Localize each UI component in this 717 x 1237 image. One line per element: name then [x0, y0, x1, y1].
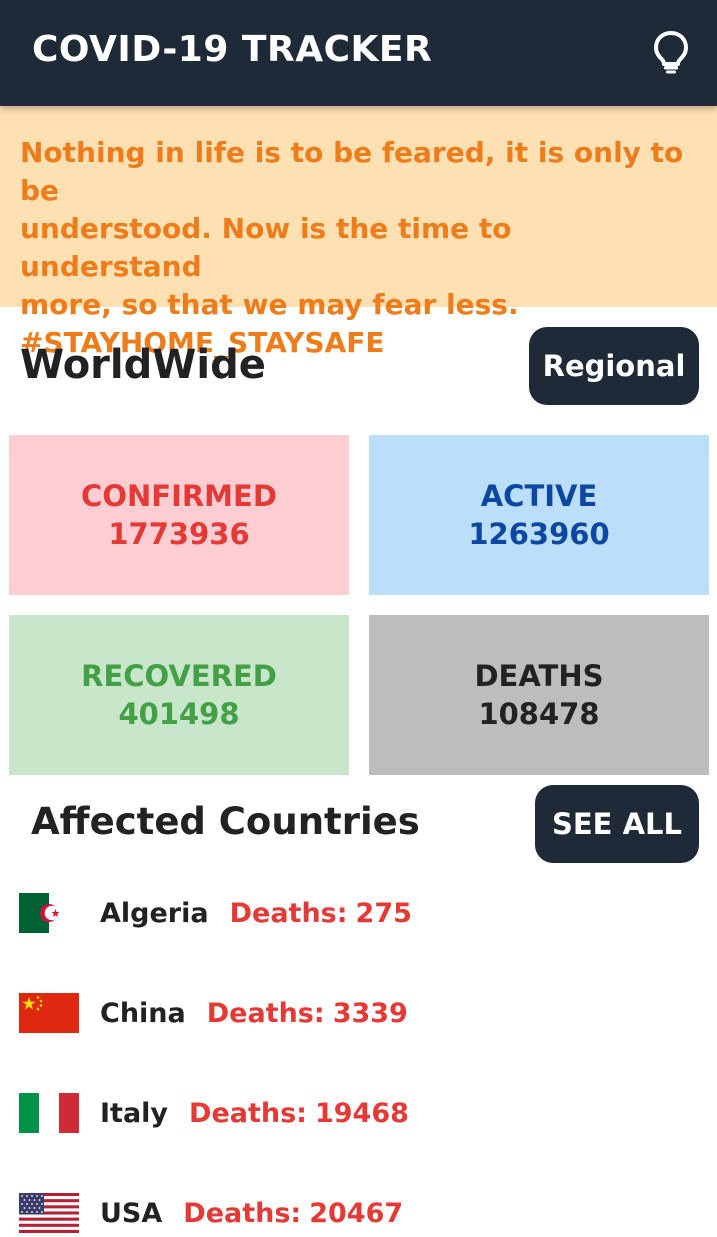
worldwide-title: WorldWide: [20, 342, 266, 388]
confirmed-label: CONFIRMED: [81, 479, 277, 513]
recovered-value: 401498: [118, 697, 240, 731]
country-deaths: Deaths: 3339: [207, 998, 408, 1029]
country-name: Algeria: [100, 897, 209, 929]
active-card: ACTIVE 1263960: [369, 435, 709, 595]
lightbulb-icon[interactable]: [652, 30, 690, 74]
confirmed-value: 1773936: [108, 517, 250, 551]
active-value: 1263960: [468, 517, 610, 551]
deaths-card: DEATHS 108478: [369, 615, 709, 775]
deaths-label-text: Deaths:: [229, 897, 348, 929]
app-title: COVID-19 TRACKER: [32, 29, 433, 70]
deaths-value: 108478: [478, 697, 600, 731]
country-name: China: [100, 997, 186, 1029]
algeria-flag-icon: [19, 893, 79, 933]
deaths-label: DEATHS: [474, 659, 604, 693]
country-deaths: Deaths: 275: [230, 898, 412, 929]
country-item-italy[interactable]: Italy Deaths: 19468: [19, 1093, 409, 1133]
deaths-label-text: Deaths:: [189, 1097, 307, 1129]
country-item-algeria[interactable]: Algeria Deaths: 275: [19, 893, 412, 933]
country-item-china[interactable]: China Deaths: 3339: [19, 993, 408, 1033]
deaths-label-text: Deaths:: [206, 997, 325, 1029]
country-name: USA: [100, 1197, 163, 1229]
recovered-label: RECOVERED: [81, 659, 277, 693]
active-label: ACTIVE: [480, 479, 598, 513]
regional-button[interactable]: Regional: [529, 327, 699, 405]
china-flag-icon: [19, 993, 79, 1033]
see-all-button[interactable]: SEE ALL: [535, 785, 699, 863]
quote-banner: Nothing in life is to be feared, it is o…: [0, 106, 717, 359]
country-item-usa[interactable]: USA Deaths: 20467: [19, 1193, 403, 1233]
deaths-count: 20467: [309, 1197, 404, 1229]
country-deaths: Deaths: 19468: [189, 1098, 409, 1129]
app-bar: COVID-19 TRACKER: [0, 0, 717, 106]
recovered-card: RECOVERED 401498: [9, 615, 349, 775]
deaths-label-text: Deaths:: [183, 1197, 302, 1229]
usa-flag-icon: [19, 1193, 79, 1233]
deaths-count: 3339: [332, 997, 408, 1029]
deaths-count: 19468: [314, 1097, 409, 1129]
country-deaths: Deaths: 20467: [183, 1198, 403, 1229]
confirmed-card: CONFIRMED 1773936: [9, 435, 349, 595]
affected-countries-title: Affected Countries: [31, 800, 420, 843]
country-name: Italy: [100, 1097, 169, 1129]
deaths-count: 275: [355, 897, 412, 929]
italy-flag-icon: [19, 1093, 79, 1133]
